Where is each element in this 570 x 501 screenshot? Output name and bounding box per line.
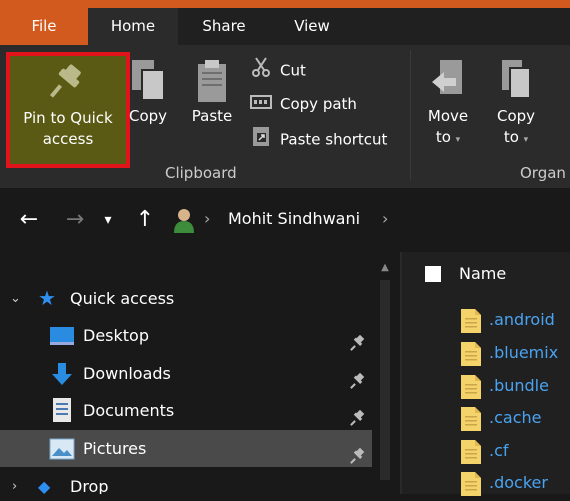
arrow-up-icon: ↑ (135, 207, 155, 232)
breadcrumb-chevron-icon: › (204, 209, 211, 228)
nav-item-partial[interactable]: › ◆ Drop (0, 480, 372, 494)
move-to-button[interactable]: Move to ▾ (420, 58, 476, 154)
file-name: .cf (489, 441, 509, 460)
dropbox-icon: ◆ (38, 480, 51, 494)
copy-to-label-line2: to ▾ (503, 128, 529, 146)
file-icon (461, 472, 481, 496)
pin-label-line1: Pin to Quick (23, 109, 113, 127)
chevron-down-icon: ⌄ (10, 291, 21, 306)
file-row[interactable]: .cache (460, 404, 570, 436)
pin-to-quick-access-button[interactable]: Pin to Quick access (10, 56, 126, 164)
file-icon (461, 407, 481, 431)
nav-item-pictures[interactable]: Pictures (0, 430, 372, 467)
tab-share[interactable]: Share (178, 8, 270, 45)
paste-shortcut-label: Paste shortcut (280, 130, 388, 149)
pin-label-line2: access (42, 130, 94, 148)
clipboard-group-label: Clipboard (165, 164, 237, 182)
up-button[interactable]: ↑ (130, 203, 160, 237)
chevron-right-icon: › (12, 480, 18, 494)
pinned-icon[interactable] (350, 440, 366, 477)
nav-item-documents[interactable]: Documents (0, 392, 372, 429)
file-row[interactable]: .cf (460, 437, 570, 469)
file-row[interactable]: .android (460, 306, 570, 338)
nav-item-label: Documents (83, 401, 175, 420)
file-icon (461, 375, 481, 399)
nav-scroll-up-button[interactable]: ▲ (378, 262, 392, 276)
file-name: .docker (489, 473, 548, 492)
user-folder-icon (174, 209, 194, 233)
file-name: .android (489, 310, 555, 329)
desktop-icon (50, 327, 74, 345)
arrow-left-icon: ← (19, 207, 39, 232)
move-to-label-line2: to ▾ (435, 128, 461, 146)
nav-item-partial-label: Drop (70, 480, 109, 494)
arrow-right-icon: → (65, 207, 85, 232)
recent-locations-button[interactable]: ▾ (98, 203, 118, 237)
document-icon (53, 398, 71, 422)
copy-label: Copy (128, 107, 168, 125)
move-to-icon (432, 60, 462, 94)
chevron-down-icon: ▾ (455, 135, 461, 145)
title-bar-strip (0, 0, 570, 8)
copy-icon (132, 60, 165, 101)
copy-to-button[interactable]: Copy to ▾ (488, 58, 544, 154)
nav-item-downloads[interactable]: Downloads (0, 355, 372, 392)
copy-path-label: Copy path (280, 95, 357, 113)
paste-button[interactable]: Paste (186, 58, 238, 138)
copy-path-icon (250, 92, 272, 118)
file-row[interactable]: .bluemix (460, 339, 570, 371)
nav-item-label: Downloads (83, 364, 171, 383)
pictures-icon (49, 438, 75, 460)
scissors-icon (250, 56, 272, 86)
copy-to-label-line1: Copy (496, 107, 536, 125)
copy-button[interactable]: Copy (126, 58, 170, 138)
pin-icon (49, 64, 81, 98)
nav-item-label: Desktop (83, 326, 149, 345)
nav-scrollbar[interactable] (380, 280, 390, 480)
column-header-name[interactable]: Name (459, 264, 506, 283)
file-row[interactable]: .bundle (460, 372, 570, 404)
chevron-down-icon: ▾ (104, 212, 112, 228)
nav-quick-access[interactable]: ⌄ ★ Quick access (0, 280, 372, 317)
cut-label: Cut (280, 61, 306, 80)
nav-item-label: Pictures (83, 439, 147, 458)
file-row[interactable]: .docker (460, 469, 570, 501)
paste-label: Paste (191, 107, 233, 125)
breadcrumb-location[interactable]: Mohit Sindhwani (228, 209, 360, 228)
nav-item-desktop[interactable]: Desktop (0, 317, 372, 354)
group-divider (410, 50, 411, 180)
tab-file[interactable]: File (0, 8, 88, 45)
select-all-checkbox[interactable] (425, 266, 441, 282)
file-icon (461, 309, 481, 333)
star-icon: ★ (38, 286, 56, 310)
cut-button[interactable]: Cut (250, 56, 306, 82)
file-name: .bluemix (489, 343, 559, 362)
tab-view[interactable]: View (270, 8, 354, 45)
file-icon (461, 342, 481, 366)
back-button[interactable]: ← (14, 203, 44, 237)
paste-icon (198, 60, 226, 102)
ribbon-tab-bar: File Home Share View (0, 0, 570, 45)
paste-shortcut-icon (250, 125, 272, 155)
file-name: .bundle (489, 376, 549, 395)
chevron-down-icon: ▾ (523, 135, 529, 145)
organize-group-label: Organ (520, 164, 566, 182)
copy-path-button[interactable]: Copy path (250, 91, 357, 117)
address-bar[interactable]: › Mohit Sindhwani › (166, 200, 570, 240)
paste-shortcut-button[interactable]: Paste shortcut (250, 125, 387, 151)
download-arrow-icon (52, 363, 72, 385)
move-to-label-line1: Move (427, 107, 469, 125)
copy-to-icon (502, 60, 531, 99)
breadcrumb-chevron-icon[interactable]: › (382, 209, 388, 228)
file-name: .cache (489, 408, 542, 427)
file-icon (461, 440, 481, 464)
forward-button[interactable]: → (60, 203, 90, 237)
tab-home[interactable]: Home (88, 8, 178, 45)
nav-quick-access-label: Quick access (70, 289, 175, 308)
